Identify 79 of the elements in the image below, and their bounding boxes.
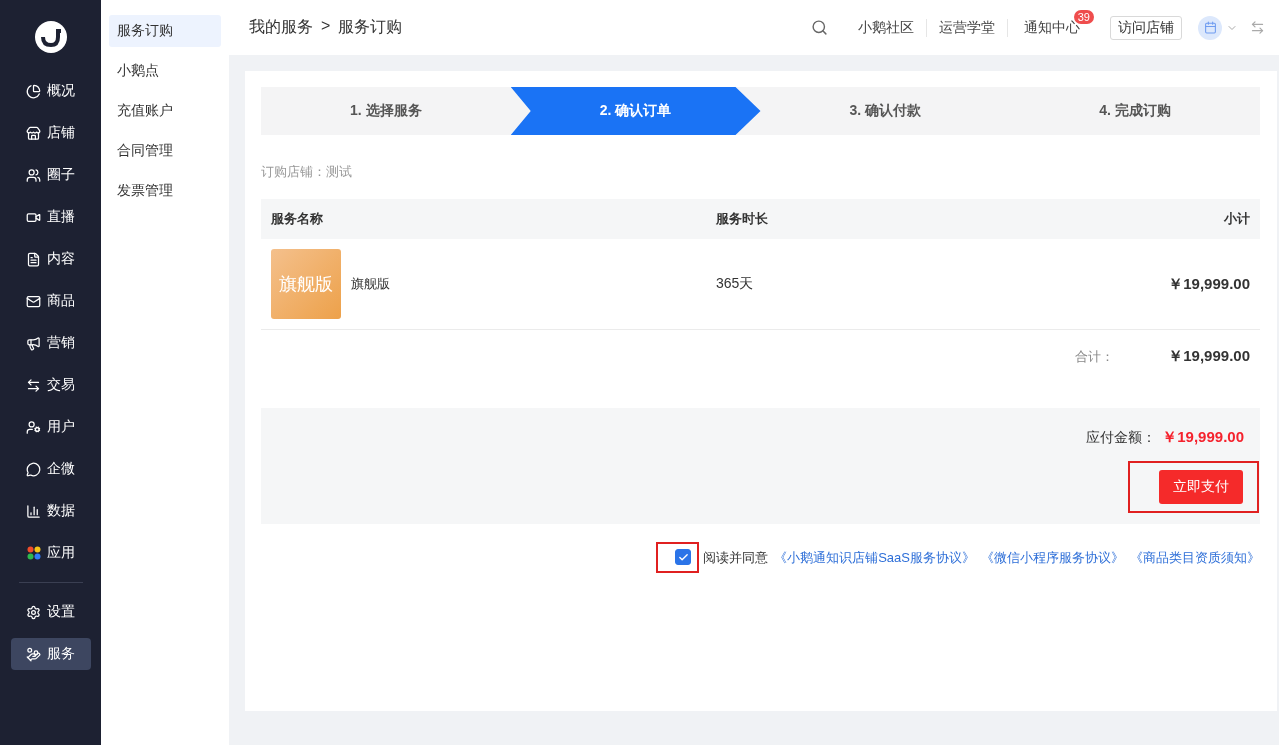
nav-item[interactable]: 设置 <box>10 596 91 628</box>
logo-icon[interactable] <box>33 20 68 54</box>
nav-icon <box>26 83 41 99</box>
nav-icon <box>26 419 41 435</box>
nav-icon <box>26 461 41 477</box>
agreement-link[interactable]: 《商品类目资质须知》 <box>1130 548 1260 567</box>
submenu-item[interactable]: 小鹅点 <box>109 55 221 87</box>
column-header: 服务时长 <box>716 210 769 228</box>
nav-item[interactable]: 商品 <box>10 285 91 317</box>
nav-item[interactable]: 数据 <box>10 495 91 527</box>
settings-icon <box>26 604 41 620</box>
avatar[interactable] <box>1198 15 1222 40</box>
breadcrumb-item[interactable]: 我的服务 <box>249 17 313 38</box>
nav-label: 设置 <box>47 603 75 621</box>
nav-label: 用户 <box>47 418 75 436</box>
nav-icon <box>26 293 41 309</box>
table-cell: 旗舰版 <box>351 275 390 293</box>
nav-label: 店铺 <box>47 124 75 142</box>
nav-label: 内容 <box>47 250 75 268</box>
step: 2. 确认订单 <box>510 87 761 135</box>
table-cell-text: ￥19,999.00 <box>1167 274 1250 294</box>
nav-icon <box>26 251 41 267</box>
nav-label: 数据 <box>47 502 75 520</box>
nav-label: 企微 <box>47 460 75 478</box>
agreement-text: 阅读并同意 <box>703 548 769 567</box>
nav-label: 直播 <box>47 208 75 226</box>
breadcrumb-separator: > <box>321 17 331 36</box>
payable-value: ￥19,999.00 <box>1162 428 1244 447</box>
nav-item[interactable]: 交易 <box>10 369 91 401</box>
column-header: 服务名称 <box>271 210 324 228</box>
nav-icon <box>26 125 41 141</box>
nav-item[interactable]: 直播 <box>10 201 91 233</box>
nav-label: 应用 <box>46 544 75 562</box>
agreement-checkbox[interactable] <box>675 549 692 565</box>
nav-item[interactable]: 营销 <box>10 327 91 359</box>
store-line: 订购店铺：测试 <box>261 163 353 181</box>
total-value: ￥19,999.00 <box>1168 347 1250 366</box>
nav-item[interactable]: 概况 <box>10 75 91 107</box>
header-link[interactable]: 小鹅社区 <box>846 18 926 37</box>
breadcrumb-item: 服务订购 <box>338 17 403 37</box>
nav-icon <box>26 167 41 183</box>
header-link[interactable]: 运营学堂 <box>926 18 1007 37</box>
agreement-link[interactable]: 《小鹅通知识店铺SaaS服务协议》 <box>774 548 975 567</box>
step: 3. 确认付款 <box>760 87 1011 135</box>
nav-icon <box>26 503 41 519</box>
nav-label: 服务 <box>47 645 75 663</box>
step: 4. 完成订购 <box>1010 87 1260 135</box>
submenu-item[interactable]: 充值账户 <box>109 95 221 127</box>
agreement-link[interactable]: 《微信小程序服务协议》 <box>981 548 1124 567</box>
nav-icon <box>26 335 41 351</box>
submenu-item[interactable]: 发票管理 <box>109 175 221 207</box>
nav-item[interactable]: 店铺 <box>10 117 91 149</box>
nav-label: 营销 <box>47 334 75 352</box>
step: 1. 选择服务 <box>261 87 511 135</box>
submenu-item[interactable]: 合同管理 <box>109 135 221 167</box>
submenu-item[interactable]: 服务订购 <box>109 15 221 47</box>
nav-item[interactable]: 圈子 <box>10 159 91 191</box>
hand-icon <box>26 646 41 662</box>
nav-label: 概况 <box>47 82 75 100</box>
nav-label: 交易 <box>47 376 75 394</box>
nav-item[interactable]: 服务 <box>10 638 91 670</box>
pay-now-button[interactable]: 立即支付 <box>1159 470 1243 504</box>
column-header: 小计 <box>1223 210 1250 228</box>
product-thumbnail: 旗舰版 <box>271 249 341 319</box>
nav-item[interactable]: 企微 <box>10 453 91 485</box>
nav-item[interactable]: 内容 <box>10 243 91 275</box>
nav-icon <box>26 377 41 393</box>
total-label: 合计： <box>1075 347 1115 366</box>
table-cell-text: 365天 <box>716 275 755 293</box>
payable-label: 应付金额： <box>1086 428 1157 447</box>
apps-icon <box>26 546 41 560</box>
nav-item[interactable]: 应用 <box>10 537 91 569</box>
search-icon[interactable] <box>811 19 828 36</box>
switch-icon[interactable] <box>1250 20 1265 35</box>
nav-label: 圈子 <box>47 166 75 184</box>
nav-item[interactable]: 用户 <box>10 411 91 443</box>
check-icon <box>677 551 689 563</box>
nav-label: 商品 <box>47 292 75 310</box>
visit-store-button[interactable]: 访问店铺 <box>1110 15 1182 40</box>
